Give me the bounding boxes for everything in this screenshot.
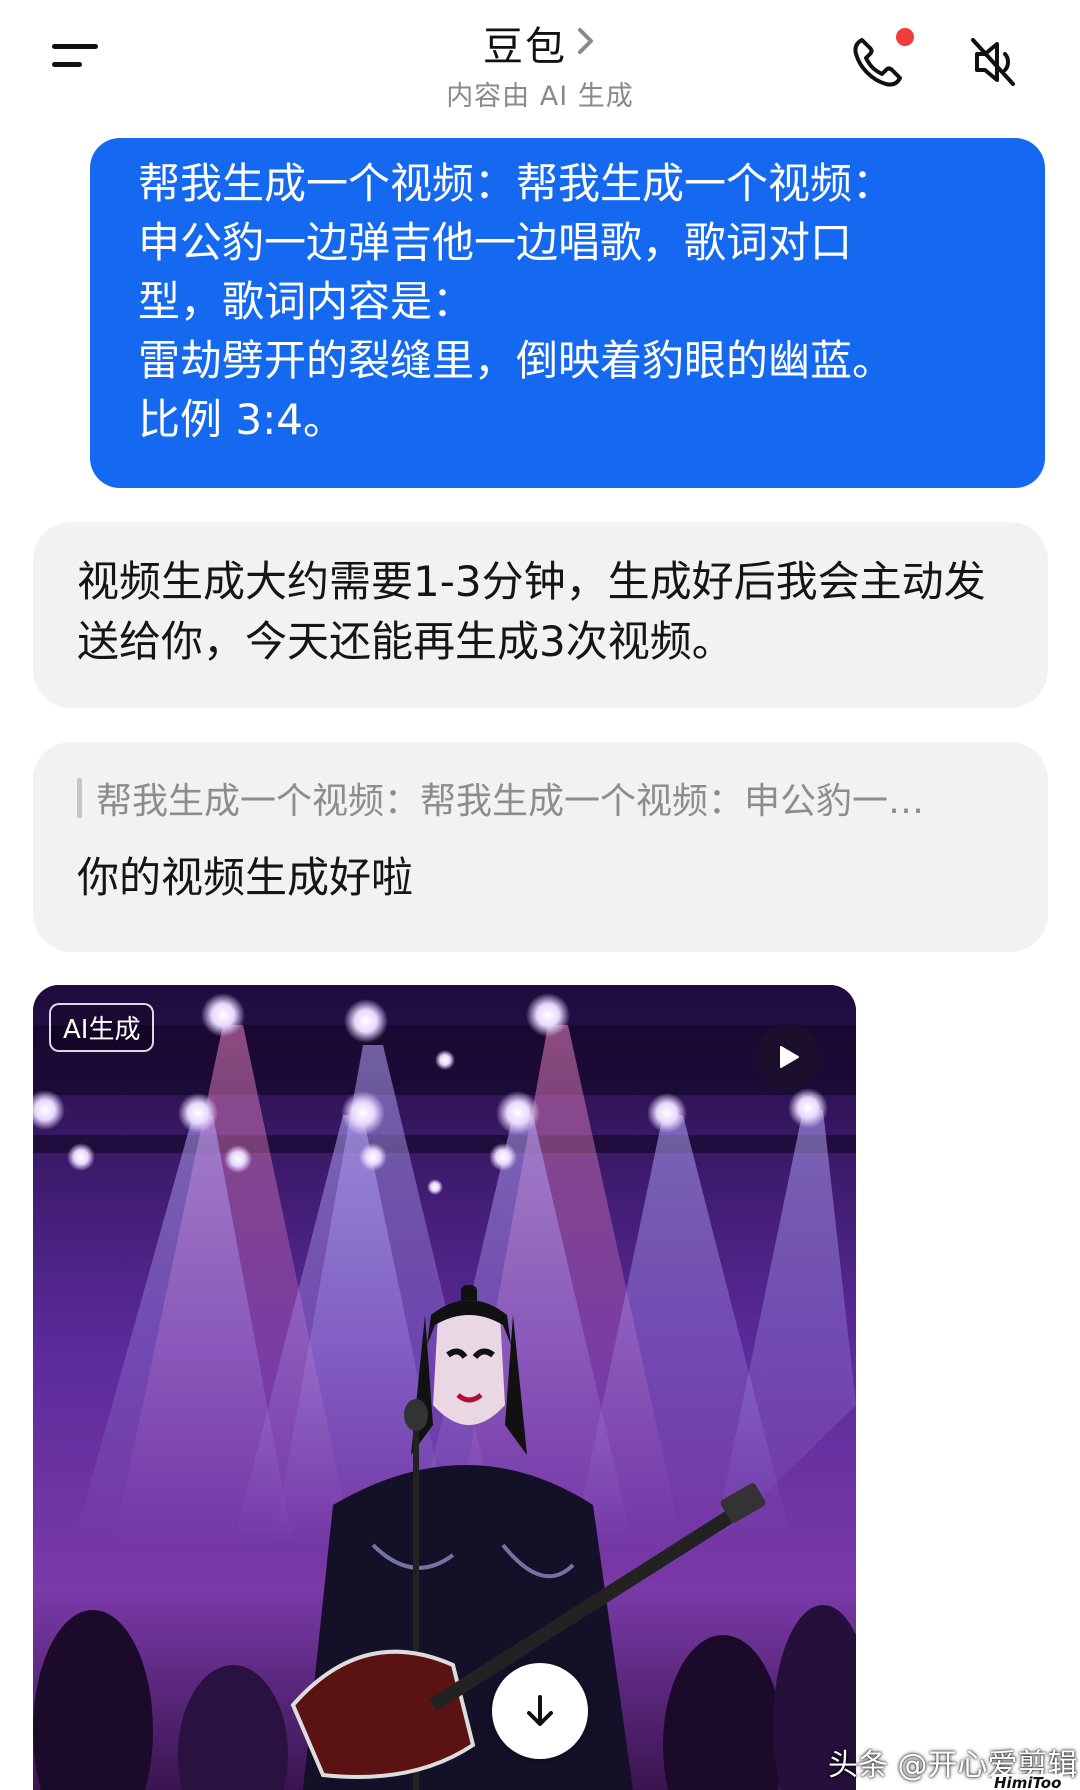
user-message-bubble[interactable]: 帮我生成一个视频：帮我生成一个视频： 申公豹一边弹吉他一边唱歌，歌词对口 型，歌… <box>90 138 1045 488</box>
bot-message-text-done: 你的视频生成好啦 <box>77 853 414 902</box>
quote-bar <box>77 778 82 818</box>
notification-dot <box>896 28 914 46</box>
mute-icon[interactable] <box>965 34 1021 90</box>
ai-disclaimer: 内容由 AI 生成 <box>446 81 634 112</box>
video-card[interactable]: AI生成 <box>33 985 856 1790</box>
watermark-small: HimiToo <box>992 1774 1064 1790</box>
chat-title-area: 豆包 内容由 AI 生成 <box>0 14 1080 113</box>
chat-title: 豆包 <box>483 24 567 70</box>
phone-icon[interactable] <box>848 28 914 92</box>
quoted-prompt[interactable]: 帮我生成一个视频：帮我生成一个视频：申公豹一… <box>77 772 1004 824</box>
chat-title-button[interactable]: 豆包 <box>483 14 597 72</box>
play-button[interactable] <box>755 1024 821 1090</box>
quoted-prompt-text: 帮我生成一个视频：帮我生成一个视频：申公豹一… <box>96 781 925 822</box>
download-button[interactable] <box>492 1663 588 1759</box>
user-message-text: 帮我生成一个视频：帮我生成一个视频： 申公豹一边弹吉他一边唱歌，歌词对口 型，歌… <box>138 159 895 444</box>
top-bar: 豆包 内容由 AI 生成 <box>0 0 1080 130</box>
bot-message-text: 视频生成大约需要1-3分钟，生成好后我会主动发送给你，今天还能再生成3次视频。 <box>77 557 986 666</box>
video-thumbnail <box>33 985 856 1790</box>
chat-screen: 豆包 内容由 AI 生成 帮我生成一个视频：帮我生成一个视频： 申公豹一边弹吉他… <box>0 0 1080 1790</box>
ai-generated-badge: AI生成 <box>49 1003 155 1052</box>
bot-message-bubble-done[interactable]: 帮我生成一个视频：帮我生成一个视频：申公豹一… 你的视频生成好啦 <box>33 742 1048 952</box>
chevron-right-icon <box>575 24 597 62</box>
bot-message-bubble[interactable]: 视频生成大约需要1-3分钟，生成好后我会主动发送给你，今天还能再生成3次视频。 <box>33 522 1048 708</box>
download-icon <box>527 1695 553 1726</box>
play-icon <box>780 1046 799 1068</box>
